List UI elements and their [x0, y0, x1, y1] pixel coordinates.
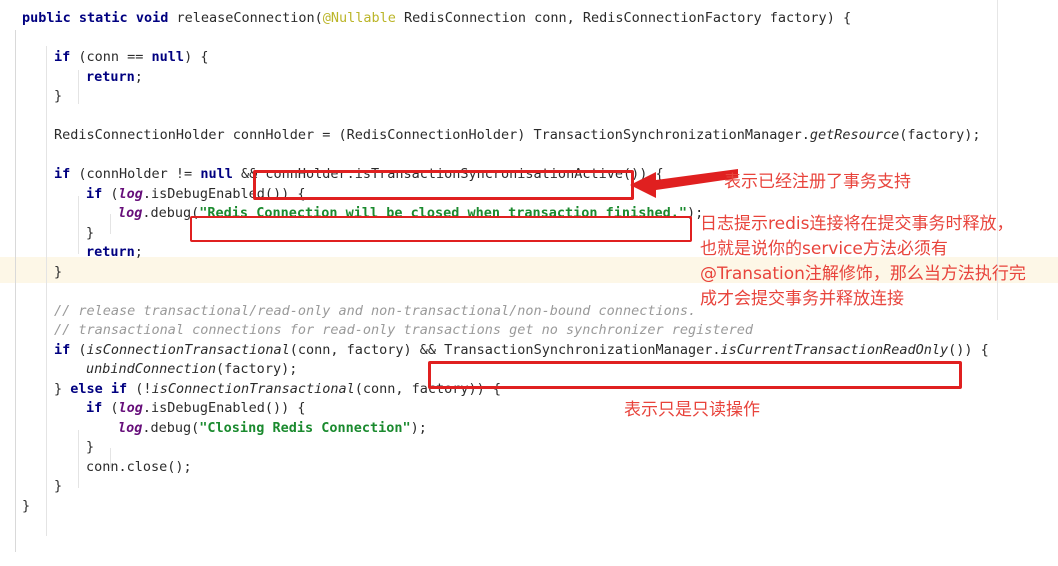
code-token: null — [151, 49, 185, 65]
code-token: if — [86, 185, 111, 202]
code-token: ()) { — [948, 341, 989, 358]
code-token: unbindConnection — [86, 361, 217, 377]
code-token: (conn == — [78, 49, 152, 65]
code-token: conn.close(); — [86, 458, 192, 475]
debug-log-message-box — [190, 216, 692, 242]
code-token: log — [118, 205, 143, 221]
code-line: } — [86, 226, 94, 240]
code-line: if (conn == null) { — [54, 50, 208, 64]
code-token: ( — [78, 341, 87, 358]
code-token: isConnectionTransactional — [151, 380, 355, 397]
code-token: RedisConnection conn, RedisConnectionFac… — [395, 10, 852, 26]
code-line: return; — [86, 245, 143, 259]
code-line: public static void releaseConnection(@Nu… — [22, 11, 851, 25]
code-line: if (isConnectionTransactional(conn, fact… — [54, 343, 989, 357]
code-token: (connHolder != — [78, 166, 201, 182]
code-token: else if — [70, 380, 136, 397]
annotation-note-1: 表示已经注册了事务支持 — [724, 172, 911, 192]
code-token: } — [86, 439, 95, 455]
code-line: } — [22, 499, 30, 513]
code-token: } — [54, 88, 63, 104]
code-line: } — [86, 440, 94, 454]
code-token: log — [118, 400, 143, 416]
code-token: if — [54, 166, 79, 182]
code-token: if — [54, 49, 79, 65]
code-token: log — [118, 419, 143, 436]
code-token: } — [54, 478, 63, 494]
code-token: ) { — [184, 49, 209, 65]
code-token: ( — [110, 400, 119, 416]
code-token: public — [22, 10, 79, 26]
code-line: // transactional connections for read-on… — [54, 323, 753, 337]
code-token: isConnectionTransactional — [86, 341, 290, 358]
code-line: // release transactional/read-only and n… — [54, 304, 696, 318]
code-token: @Nullable — [322, 10, 396, 26]
code-line: if (log.isDebugEnabled()) { — [86, 401, 305, 415]
code-token: (conn, factory) && TransactionSynchroniz… — [289, 341, 721, 358]
code-token: log — [118, 185, 143, 202]
code-token: (factory); — [216, 361, 298, 377]
code-token: null — [200, 166, 233, 182]
code-token: .debug( — [142, 419, 200, 436]
code-line: conn.close(); — [86, 460, 192, 474]
code-token: "Closing Redis Connection" — [199, 419, 411, 436]
code-token: ; — [134, 68, 143, 85]
code-line: log.debug("Closing Redis Connection"); — [118, 421, 427, 435]
code-token: releaseConnection — [176, 10, 315, 26]
annotation-note-2: 日志提示redis连接将在提交事务时释放，也就是说你的service方法必须有@… — [700, 214, 1026, 309]
code-token: if — [86, 400, 111, 416]
transaction-sync-active-box — [253, 170, 634, 200]
code-token: ; — [134, 244, 143, 260]
code-token: (factory); — [899, 127, 981, 143]
code-token: ( — [110, 185, 119, 202]
code-token: RedisConnectionHolder connHolder = (Redi… — [54, 127, 810, 143]
code-token: } — [22, 497, 31, 514]
code-token: .isDebugEnabled()) { — [142, 400, 306, 416]
code-token: return — [86, 244, 135, 260]
code-token: } — [54, 263, 63, 280]
code-line: unbindConnection(factory); — [86, 362, 297, 376]
code-token: isCurrentTransactionReadOnly — [720, 341, 949, 358]
code-line: return; — [86, 70, 143, 84]
annotation-note-3: 表示只是只读操作 — [624, 400, 760, 420]
code-token: return — [86, 68, 135, 85]
code-line: } — [54, 265, 62, 279]
code-token: ); — [410, 419, 427, 436]
code-token: static — [78, 10, 136, 26]
code-line: } — [54, 479, 62, 493]
code-line: RedisConnectionHolder connHolder = (Redi… — [54, 128, 981, 142]
code-token: // transactional connections for read-on… — [54, 322, 753, 338]
code-token: // release transactional/read-only and n… — [54, 302, 697, 319]
code-token: if — [54, 341, 79, 358]
code-line: } — [54, 89, 62, 103]
read-only-check-box — [428, 361, 962, 389]
code-token: } — [86, 224, 95, 241]
code-token: ( — [314, 10, 323, 26]
code-token: getResource — [809, 127, 900, 143]
code-token: } — [54, 380, 71, 397]
code-token: void — [135, 10, 177, 26]
code-token: (! — [135, 380, 152, 397]
